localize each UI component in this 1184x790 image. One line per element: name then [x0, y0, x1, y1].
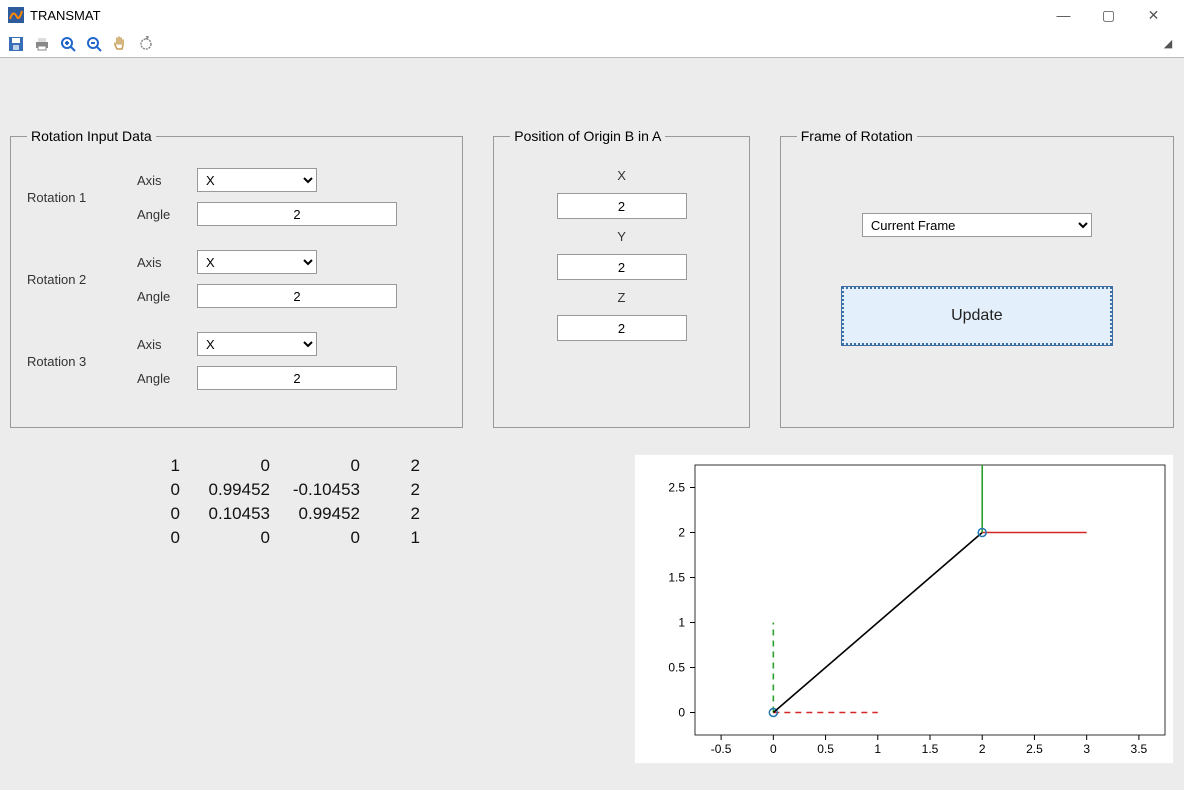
toolbar: ◢ — [0, 30, 1184, 58]
main-area: Rotation Input Data Rotation 1 Axis X An… — [0, 58, 1184, 790]
svg-text:-0.5: -0.5 — [711, 742, 732, 756]
rotate-icon[interactable] — [136, 34, 156, 54]
svg-text:3.5: 3.5 — [1131, 742, 1148, 756]
rotation1-label: Rotation 1 — [27, 190, 137, 205]
rotation1-axis-label: Axis — [137, 173, 197, 188]
zoom-out-icon[interactable] — [84, 34, 104, 54]
svg-text:1.5: 1.5 — [668, 571, 685, 585]
pan-icon[interactable] — [110, 34, 130, 54]
rotation-panel-title: Rotation Input Data — [27, 128, 156, 144]
chart: -0.5 0 0.5 1 1.5 2 2.5 3 3.5 0 0.5 1 1.5 2 2.5 — [634, 454, 1174, 764]
rotation2-axis-select[interactable]: X — [197, 250, 317, 274]
window-title: TRANSMAT — [30, 8, 101, 23]
transform-matrix: 100200.99452-0.10453200.104530.994522000… — [140, 454, 460, 764]
rotation3-axis-select[interactable]: X — [197, 332, 317, 356]
pos-z-input[interactable] — [557, 315, 687, 341]
rotation3-axis-label: Axis — [137, 337, 197, 352]
rotation3-angle-label: Angle — [137, 371, 197, 386]
minimize-button[interactable]: — — [1041, 0, 1086, 30]
svg-text:0: 0 — [770, 742, 777, 756]
dropdown-icon[interactable]: ◢ — [1158, 34, 1178, 54]
rotation2-angle-input[interactable] — [197, 284, 397, 308]
position-panel-title: Position of Origin B in A — [510, 128, 665, 144]
app-icon — [8, 7, 24, 23]
zoom-in-icon[interactable] — [58, 34, 78, 54]
rotation2-axis-label: Axis — [137, 255, 197, 270]
rotation-input-panel: Rotation Input Data Rotation 1 Axis X An… — [10, 128, 463, 428]
pos-y-label: Y — [617, 229, 626, 244]
svg-text:0: 0 — [678, 706, 685, 720]
rotation1-axis-select[interactable]: X — [197, 168, 317, 192]
rotation1-angle-input[interactable] — [197, 202, 397, 226]
svg-text:2: 2 — [678, 526, 685, 540]
svg-text:2.5: 2.5 — [668, 481, 685, 495]
save-icon[interactable] — [6, 34, 26, 54]
update-button[interactable]: Update — [842, 287, 1112, 345]
pos-x-input[interactable] — [557, 193, 687, 219]
position-panel: Position of Origin B in A X Y Z — [493, 128, 749, 428]
svg-text:1: 1 — [678, 616, 685, 630]
svg-text:3: 3 — [1083, 742, 1090, 756]
rotation2-label: Rotation 2 — [27, 272, 137, 287]
rotation1-angle-label: Angle — [137, 207, 197, 222]
frame-panel: Frame of Rotation Current Frame Update — [780, 128, 1174, 428]
rotation2-angle-label: Angle — [137, 289, 197, 304]
pos-z-label: Z — [618, 290, 626, 305]
titlebar: TRANSMAT — ▢ ✕ — [0, 0, 1184, 30]
print-icon[interactable] — [32, 34, 52, 54]
pos-x-label: X — [617, 168, 626, 183]
svg-text:0.5: 0.5 — [668, 661, 685, 675]
rotation3-label: Rotation 3 — [27, 354, 137, 369]
pos-y-input[interactable] — [557, 254, 687, 280]
maximize-button[interactable]: ▢ — [1086, 0, 1131, 30]
svg-text:1: 1 — [874, 742, 881, 756]
frame-panel-title: Frame of Rotation — [797, 128, 917, 144]
svg-text:2.5: 2.5 — [1026, 742, 1043, 756]
svg-text:2: 2 — [979, 742, 986, 756]
rotation3-angle-input[interactable] — [197, 366, 397, 390]
frame-select[interactable]: Current Frame — [862, 213, 1092, 237]
close-button[interactable]: ✕ — [1131, 0, 1176, 30]
svg-text:1.5: 1.5 — [922, 742, 939, 756]
svg-text:0.5: 0.5 — [817, 742, 834, 756]
